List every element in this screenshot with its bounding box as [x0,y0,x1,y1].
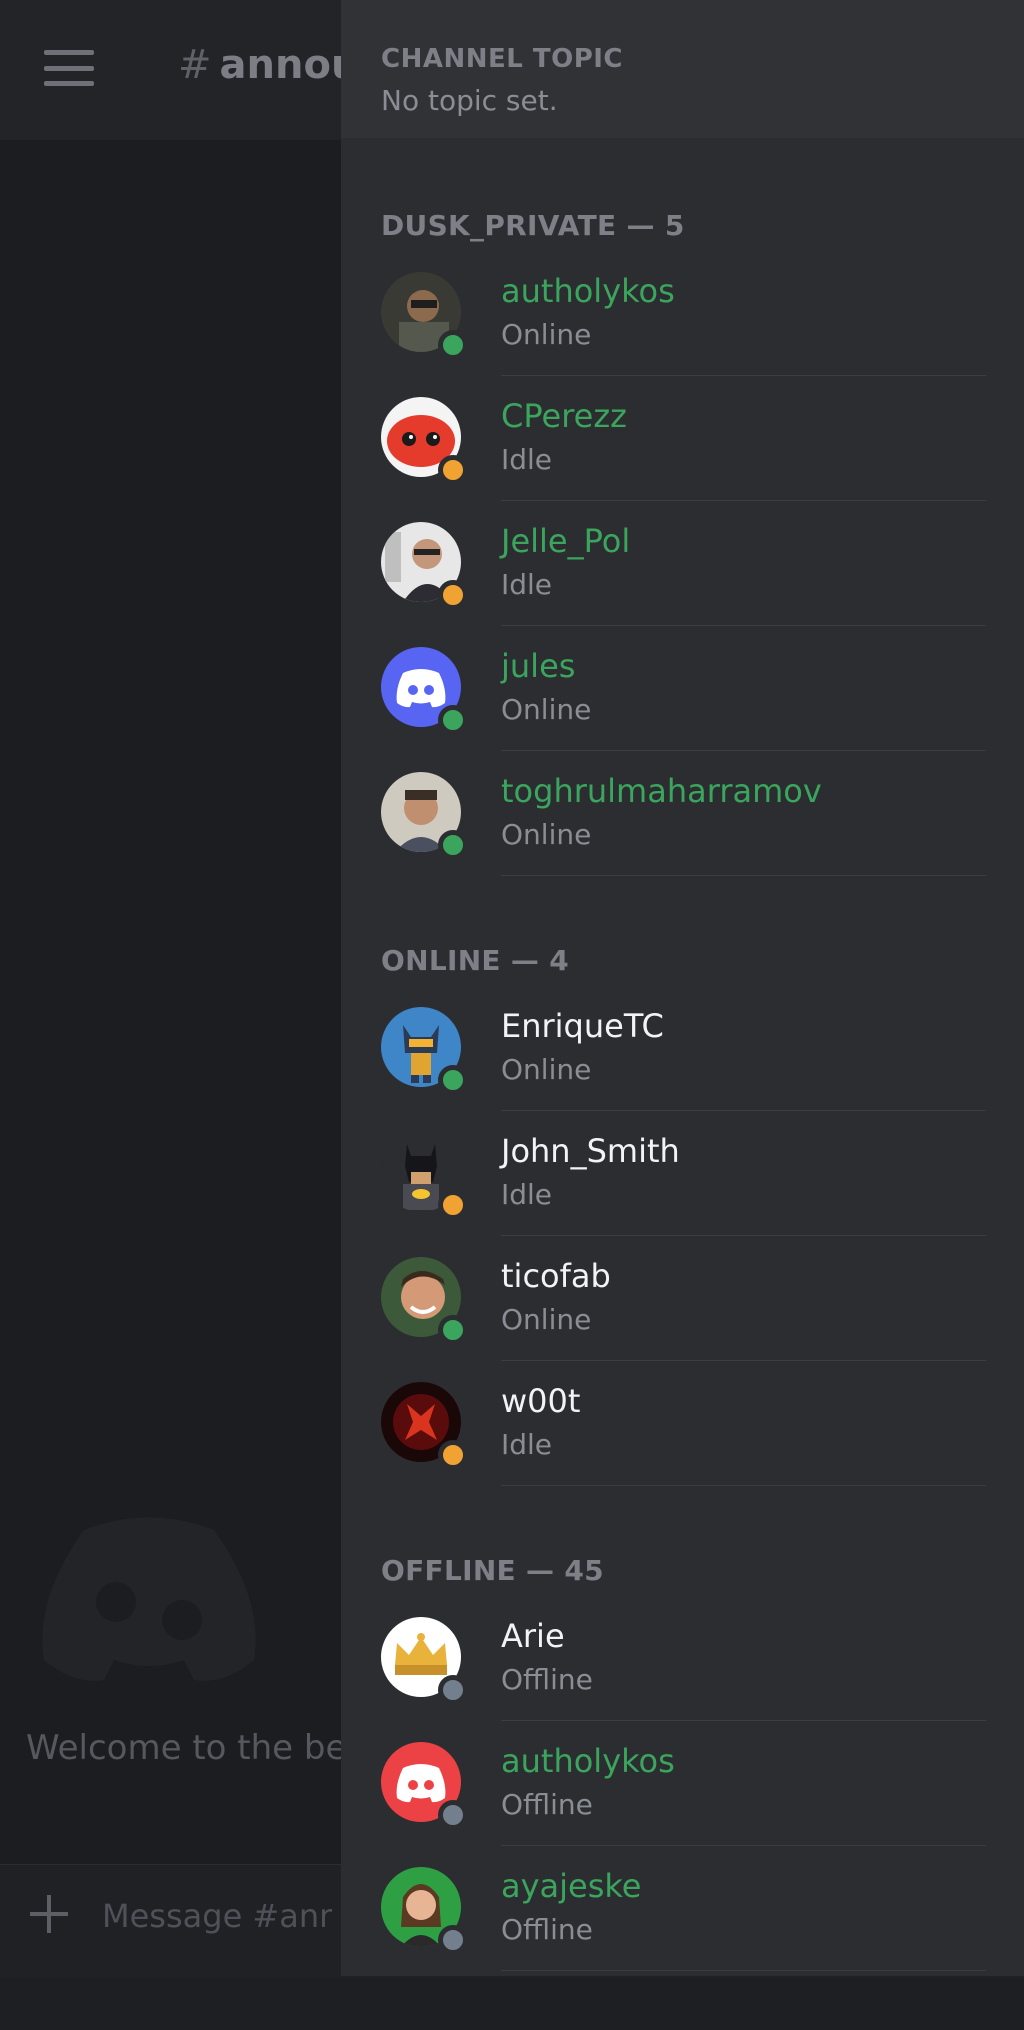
channel-hash-icon: # [178,42,212,88]
members-drawer: CHANNEL TOPIC No topic set. DUSK_PRIVATE… [341,0,1024,1976]
section-header: ONLINE — 4 [381,943,570,977]
member-section: OFFLINE — 45 Arie Offline autholykos Offline… [341,1545,1024,1971]
welcome-text: Welcome to the begi [26,1728,378,1768]
status-online-icon [438,1065,468,1095]
status-idle-icon [438,1190,468,1220]
member-list: DUSK_PRIVATE — 5 autholykos Online CPerezz I… [341,200,1024,2030]
member-info: ticofab Online [501,1257,986,1361]
member-status: Online [501,693,592,726]
hamburger-menu-icon[interactable] [44,50,94,86]
channel-topic-label: CHANNEL TOPIC [381,44,624,74]
member-name: ayajeske [501,1867,642,1905]
member-name: jules [501,647,576,685]
member-row[interactable]: jules Online [341,625,1024,751]
member-name: autholykos [501,1742,675,1780]
member-info: toghrulmaharramov Online [501,772,986,876]
member-status: Online [501,1303,592,1336]
member-row[interactable]: w00t Idle [341,1360,1024,1486]
member-status: Idle [501,1428,553,1461]
member-info: John_Smith Idle [501,1132,986,1236]
member-row[interactable]: CPerezz Idle [341,375,1024,501]
member-info: EnriqueTC Online [501,1007,986,1111]
section-header: DUSK_PRIVATE — 5 [381,208,685,242]
member-info: autholykos Offline [501,1742,986,1846]
member-status: Idle [501,568,553,601]
status-idle-icon [438,455,468,485]
status-offline-icon [438,1675,468,1705]
member-status: Offline [501,1788,593,1821]
status-online-icon [438,830,468,860]
member-info: jules Online [501,647,986,751]
member-info: w00t Idle [501,1382,986,1486]
status-online-icon [438,705,468,735]
member-row[interactable]: ticofab Online [341,1235,1024,1361]
member-name: EnriqueTC [501,1007,664,1045]
message-input[interactable] [100,1893,334,1939]
member-name: ticofab [501,1257,611,1295]
channel-name: annou [219,42,360,88]
status-idle-icon [438,580,468,610]
member-status: Idle [501,1178,553,1211]
member-info: Arie Offline [501,1617,986,1721]
member-row[interactable]: Jelle_Pol Idle [341,500,1024,626]
status-offline-icon [438,1925,468,1955]
member-row[interactable]: toghrulmaharramov Online [341,750,1024,876]
member-section: DUSK_PRIVATE — 5 autholykos Online CPerezz I… [341,200,1024,876]
member-status: Online [501,1053,592,1086]
member-name: w00t [501,1382,581,1420]
channel-topic: CHANNEL TOPIC No topic set. [341,0,1024,138]
member-row[interactable]: autholykos Online [341,250,1024,376]
member-info: autholykos Online [501,272,986,376]
member-info: CPerezz Idle [501,397,986,501]
member-info: ayajeske Offline [501,1867,986,1971]
status-online-icon [438,1315,468,1345]
member-name: autholykos [501,272,675,310]
member-section: ONLINE — 4 EnriqueTC Online John_Smith Idle t… [341,935,1024,1486]
status-offline-icon [438,1800,468,1830]
member-row[interactable]: ayajeske Offline [341,1845,1024,1971]
member-name: CPerezz [501,397,627,435]
channel-title: # annou [178,42,359,88]
status-idle-icon [438,1440,468,1470]
member-status: Online [501,318,592,351]
member-row[interactable]: John_Smith Idle [341,1110,1024,1236]
member-status: Online [501,818,592,851]
member-status: Offline [501,1913,593,1946]
plus-icon[interactable] [30,1895,68,1933]
status-online-icon [438,330,468,360]
member-status: Idle [501,443,553,476]
discord-logo-icon [42,1517,256,1681]
member-row[interactable]: EnriqueTC Online [341,985,1024,1111]
member-row[interactable]: autholykos Offline [341,1720,1024,1846]
member-name: toghrulmaharramov [501,772,822,810]
member-info: Jelle_Pol Idle [501,522,986,626]
member-name: John_Smith [501,1132,680,1170]
member-row[interactable]: Arie Offline [341,1595,1024,1721]
member-name: Arie [501,1617,565,1655]
member-status: Offline [501,1663,593,1696]
channel-topic-value: No topic set. [381,84,558,117]
section-header: OFFLINE — 45 [381,1553,604,1587]
member-name: Jelle_Pol [501,522,631,560]
